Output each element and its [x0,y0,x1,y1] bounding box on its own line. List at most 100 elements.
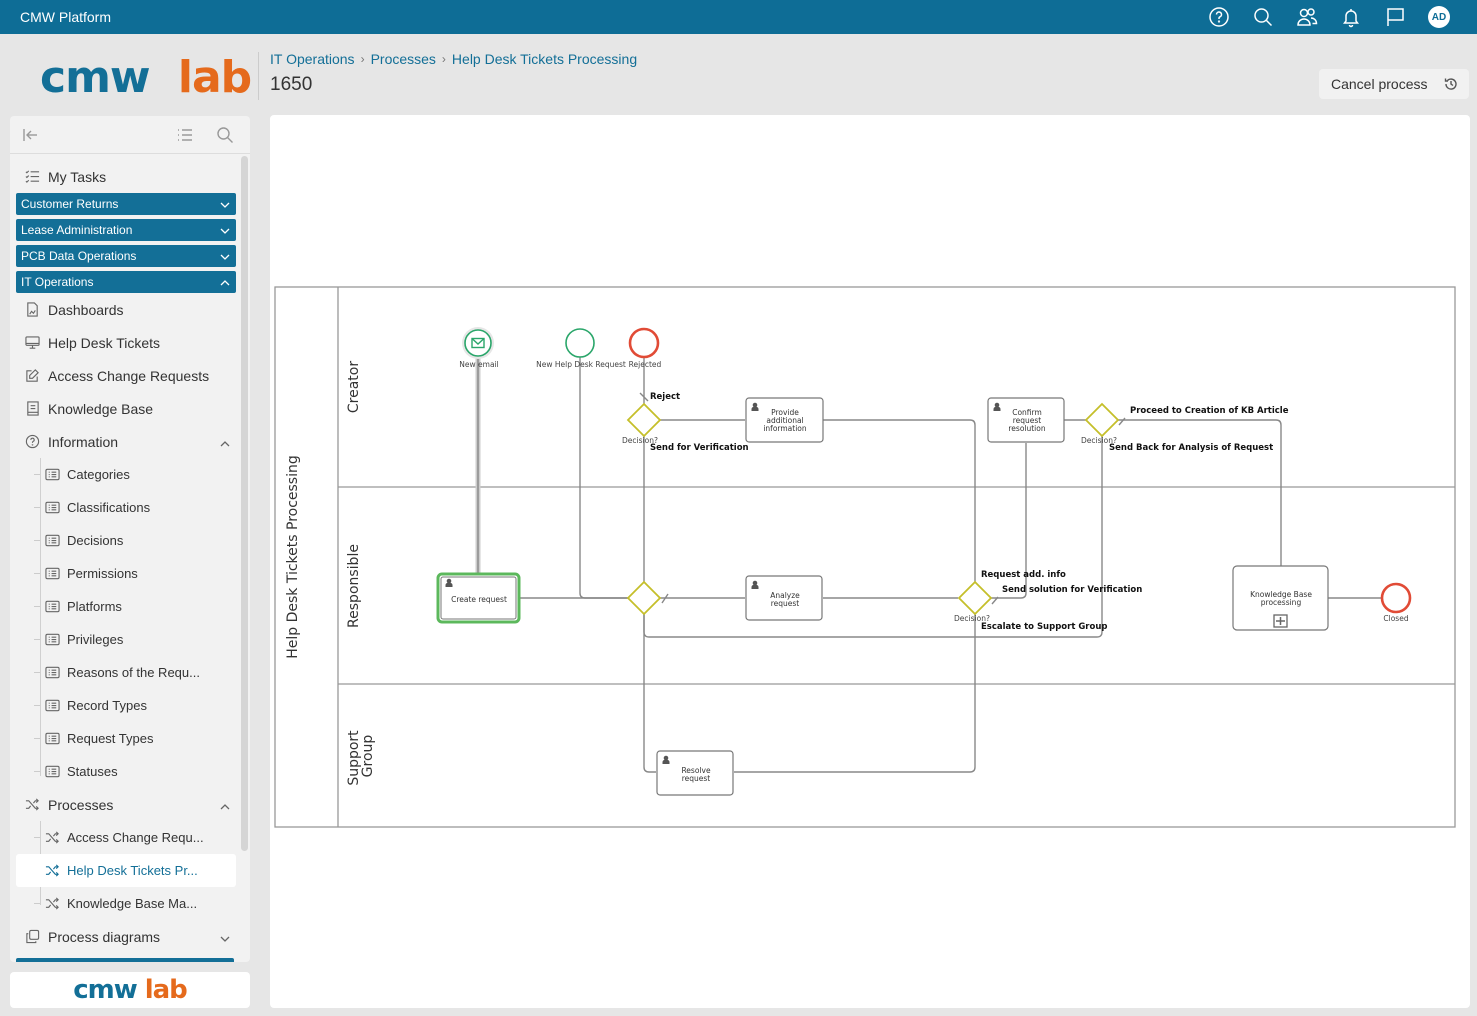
sidebar-subitem-access-change-process[interactable]: Access Change Requ... [10,821,242,854]
help-icon[interactable] [1197,0,1241,34]
subprocess-knowledge-base-processing[interactable]: Knowledge Base processing [1232,565,1329,631]
event-label-rejected: Rejected [629,360,662,369]
sidebar-scrollbar[interactable] [241,156,248,851]
breadcrumb-it-operations[interactable]: IT Operations [270,51,355,67]
sidebar-subitem-help-desk-process[interactable]: Help Desk Tickets Pr... [16,854,236,887]
start-event-new-email[interactable] [462,327,494,359]
flow-label-send-for-verification: Send for Verification [650,443,749,453]
sidebar-item-dashboards[interactable]: Dashboards [10,293,242,326]
sidebar-section-processes[interactable]: Processes [10,788,242,821]
sidebar-subitem-decisions[interactable]: Decisions [10,524,242,557]
sidebar-item-label: Knowledge Base [48,400,154,417]
sidebar-item-help-desk-tickets[interactable]: Help Desk Tickets [10,326,242,359]
chevron-down-icon [220,931,230,942]
task-label: request [771,599,800,608]
sidebar-item-my-tasks[interactable]: My Tasks [10,160,242,193]
breadcrumb-help-desk-processing[interactable]: Help Desk Tickets Processing [452,51,637,67]
processes-children: Access Change Requ... Help Desk Tickets … [10,821,242,920]
sidebar-item-label: Knowledge Base Ma... [67,896,198,911]
breadcrumb: IT Operations › Processes › Help Desk Ti… [270,51,637,67]
flow-proceed-kb[interactable] [1118,419,1282,566]
sidebar-search-icon[interactable] [216,126,234,144]
sidebar-subitem-knowledge-base-process[interactable]: Knowledge Base Ma... [10,887,242,920]
gateway-decision-3[interactable] [957,580,993,616]
sidebar-subitem-statuses[interactable]: Statuses [10,755,242,788]
sidebar-item-label: Information [48,433,119,450]
task-analyze-request[interactable]: Analyze request [745,575,823,621]
sidebar-subitem-categories[interactable]: Categories [10,458,242,491]
sidebar-item-label: Categories [67,467,130,482]
task-label: resolution [1008,424,1045,433]
sidebar-group-it-operations[interactable]: IT Operations [16,271,236,293]
task-label: information [763,424,807,433]
end-event-closed[interactable] [1380,582,1412,614]
search-icon[interactable] [1241,0,1285,34]
chevron-up-icon [220,277,230,287]
flow-provide-info-to-gw3[interactable] [823,419,976,582]
sidebar-item-label: Access Change Requests [48,367,210,384]
page-header: cmw lab IT Operations › Processes › Help… [0,34,1477,114]
sidebar-group-customer-returns[interactable]: Customer Returns [16,193,236,215]
flow-send-back-loop[interactable] [643,436,1103,638]
sidebar-subitem-classifications[interactable]: Classifications [10,491,242,524]
brand-logo[interactable]: cmw lab [40,52,252,103]
users-icon[interactable] [1285,0,1329,34]
task-confirm-request-resolution[interactable]: Confirm request resolution [987,397,1065,443]
sidebar-item-label: Permissions [67,566,138,581]
expand-subprocess-icon[interactable] [1273,614,1288,628]
start-event-new-request[interactable] [565,328,595,358]
sidebar-section-information[interactable]: Information [10,425,242,458]
user-avatar-button[interactable]: AD [1417,0,1461,34]
flow-new-request-to-gateway[interactable] [579,357,628,599]
sidebar-item-label: Help Desk Tickets Pr... [67,863,198,878]
flow-label-request-add-info: Request add. info [981,570,1066,580]
sidebar-item-label: Process diagrams [48,928,161,945]
sidebar-item-label: Access Change Requ... [67,830,204,845]
diagram-canvas[interactable]: Help Desk Tickets Processing Creator Res… [270,115,1470,1008]
sidebar-subitem-reasons[interactable]: Reasons of the Requ... [10,656,242,689]
gateway-decision-2[interactable] [626,580,662,616]
breadcrumb-processes[interactable]: Processes [371,51,436,67]
sidebar-subitem-permissions[interactable]: Permissions [10,557,242,590]
breadcrumb-separator: › [360,52,365,66]
flow-label-proceed-kb: Proceed to Creation of KB Article [1130,406,1289,416]
sidebar-section-process-diagrams[interactable]: Process diagrams [10,920,242,953]
sidebar-item-label: Statuses [67,764,118,779]
flow-label-reject: Reject [650,392,680,402]
cancel-process-button[interactable]: Cancel process [1319,69,1469,99]
end-event-rejected[interactable] [628,327,660,359]
sidebar-group-pcb-data-operations[interactable]: PCB Data Operations [16,245,236,267]
sidebar-subitem-request-types[interactable]: Request Types [10,722,242,755]
copy-icon [24,929,40,945]
sidebar-subitem-platforms[interactable]: Platforms [10,590,242,623]
information-children: Categories Classifications Decisions Per… [10,458,242,788]
avatar: AD [1428,6,1450,28]
event-label-closed: Closed [1383,614,1408,623]
cancel-process-label: Cancel process [1331,76,1428,92]
edit-icon [24,368,40,384]
task-create-request[interactable]: Create request [436,572,521,624]
task-resolve-request[interactable]: Resolve request [656,750,734,796]
sidebar-item-access-change-requests[interactable]: Access Change Requests [10,359,242,392]
event-label-new-request: New Help Desk Request [536,360,626,369]
logo-part-2: lab [144,975,188,1005]
bell-icon[interactable] [1329,0,1373,34]
sidebar-item-label: My Tasks [48,168,107,185]
logo-part-2: lab [177,52,252,103]
sidebar-group-label: PCB Data Operations [21,249,137,263]
sidebar-item-label: Processes [48,796,114,813]
task-label: Create request [451,595,507,604]
gateway-decision-1[interactable] [626,402,662,438]
task-label: request [682,774,711,783]
gateway-decision-4[interactable] [1084,402,1120,438]
flag-icon[interactable] [1373,0,1417,34]
sidebar-subitem-privileges[interactable]: Privileges [10,623,242,656]
list-view-icon[interactable] [176,126,194,144]
table-icon [44,467,60,483]
sidebar-item-knowledge-base[interactable]: Knowledge Base [10,392,242,425]
sidebar-subitem-record-types[interactable]: Record Types [10,689,242,722]
sidebar-group-lease-administration[interactable]: Lease Administration [16,219,236,241]
collapse-sidebar-icon[interactable] [22,126,40,144]
sidebar-toolbar [10,116,250,154]
task-provide-additional-information[interactable]: Provide additional information [745,397,824,443]
